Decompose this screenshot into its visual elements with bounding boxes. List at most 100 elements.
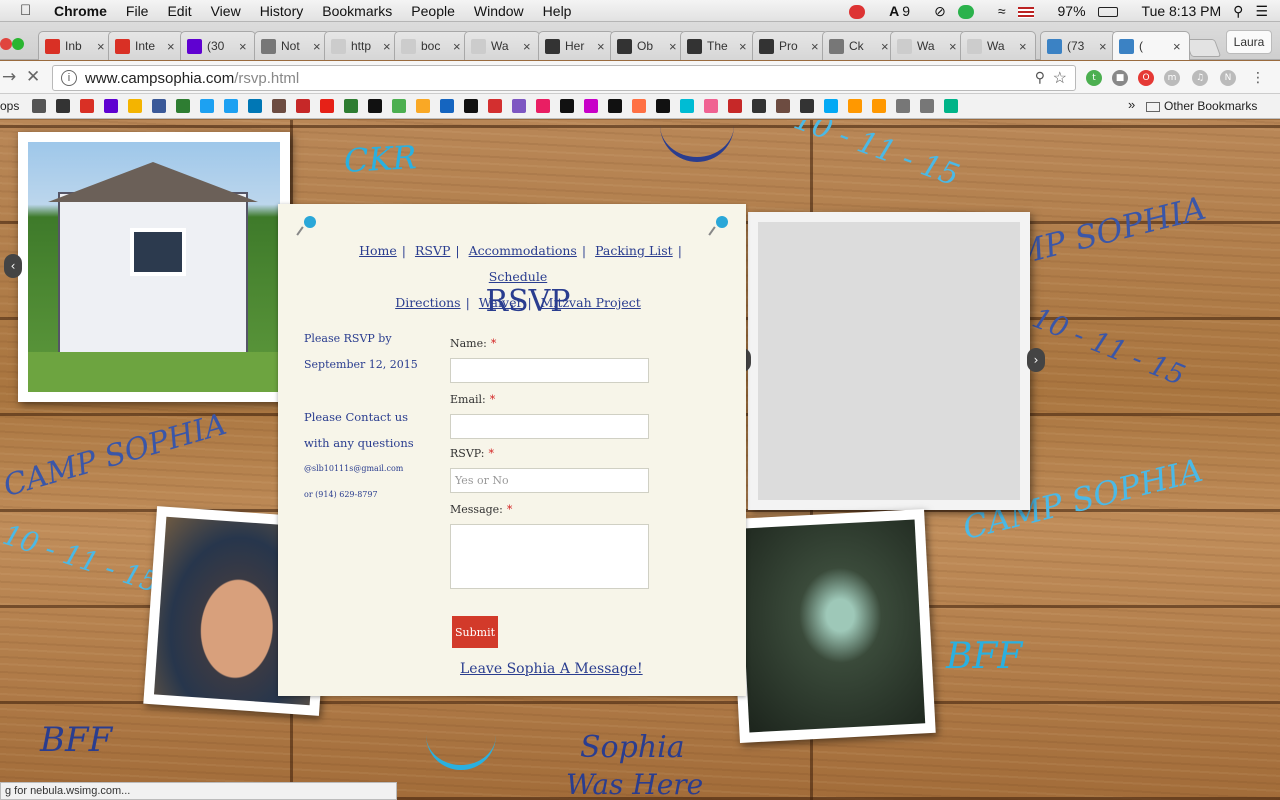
bookmark-favicon-icon[interactable] bbox=[944, 99, 958, 113]
bookmark-favicon-icon[interactable] bbox=[488, 99, 502, 113]
tab-0[interactable]: Inb × bbox=[38, 31, 114, 60]
tab-6[interactable]: Wa × bbox=[464, 31, 540, 60]
nav-home[interactable]: Home bbox=[359, 243, 397, 258]
menu-help[interactable]: Help bbox=[543, 3, 572, 19]
bookmark-favicon-icon[interactable] bbox=[440, 99, 454, 113]
bookmark-favicon-icon[interactable] bbox=[32, 99, 46, 113]
nav-rsvp[interactable]: RSVP bbox=[415, 243, 450, 258]
new-tab-button[interactable] bbox=[1184, 39, 1222, 57]
leave-message-link[interactable]: Leave Sophia A Message! bbox=[460, 661, 643, 677]
tab-close-icon[interactable]: × bbox=[1099, 39, 1109, 54]
bookmark-favicon-icon[interactable] bbox=[608, 99, 622, 113]
tab-close-icon[interactable]: × bbox=[1019, 39, 1029, 54]
tab-12[interactable]: Wa × bbox=[890, 31, 966, 60]
tab-close-icon[interactable]: × bbox=[523, 39, 533, 54]
bookmark-favicon-icon[interactable] bbox=[56, 99, 70, 113]
bookmark-favicon-icon[interactable] bbox=[104, 99, 118, 113]
bookmark-favicon-icon[interactable] bbox=[680, 99, 694, 113]
bookmark-favicon-icon[interactable] bbox=[344, 99, 358, 113]
bookmark-favicon-icon[interactable] bbox=[128, 99, 142, 113]
tab-5[interactable]: boc × bbox=[394, 31, 470, 60]
window-close-button[interactable] bbox=[0, 38, 12, 50]
profile-button[interactable]: Laura bbox=[1226, 30, 1272, 54]
ext-toktok-icon[interactable]: t bbox=[1086, 70, 1102, 86]
tab-close-icon[interactable]: × bbox=[597, 39, 607, 54]
menu-file[interactable]: File bbox=[126, 3, 149, 19]
bookmark-favicon-icon[interactable] bbox=[152, 99, 166, 113]
nav-accommodations[interactable]: Accommodations bbox=[469, 243, 577, 258]
tab-close-icon[interactable]: × bbox=[313, 39, 323, 54]
menu-window[interactable]: Window bbox=[474, 3, 524, 19]
message-textarea[interactable] bbox=[450, 524, 649, 589]
tab-7[interactable]: Her × bbox=[538, 31, 614, 60]
notification-center-icon[interactable]: ☰ bbox=[1255, 3, 1268, 20]
tab-close-icon[interactable]: × bbox=[383, 39, 393, 54]
bookmark-favicon-icon[interactable] bbox=[536, 99, 550, 113]
battery-icon[interactable] bbox=[1097, 3, 1130, 19]
bookmark-favicon-icon[interactable] bbox=[728, 99, 742, 113]
bookmark-favicon-icon[interactable] bbox=[584, 99, 598, 113]
bookmark-overflow-icon[interactable]: » bbox=[1128, 97, 1135, 112]
bookmark-star-icon[interactable]: ☆ bbox=[1053, 68, 1067, 88]
slideshow-next-right-icon[interactable]: › bbox=[1027, 348, 1045, 372]
stop-loading-icon[interactable]: ✕ bbox=[26, 67, 40, 87]
menu-people[interactable]: People bbox=[411, 3, 455, 19]
spotlight-search-icon[interactable]: ⚲ bbox=[1233, 3, 1243, 20]
tab-2[interactable]: (30 × bbox=[180, 31, 256, 60]
window-zoom-button[interactable] bbox=[12, 38, 24, 50]
tab-close-icon[interactable]: × bbox=[453, 39, 463, 54]
notification-icon[interactable] bbox=[849, 3, 877, 20]
bookmark-favicon-icon[interactable] bbox=[248, 99, 262, 113]
menu-bookmarks[interactable]: Bookmarks bbox=[322, 3, 392, 19]
tab-3[interactable]: Not × bbox=[254, 31, 330, 60]
tab-close-icon[interactable]: × bbox=[239, 39, 249, 54]
wifi-icon[interactable]: ≈ bbox=[998, 3, 1006, 19]
bookmark-favicon-icon[interactable] bbox=[80, 99, 94, 113]
bookmark-favicon-icon[interactable] bbox=[224, 99, 238, 113]
bookmark-favicon-icon[interactable] bbox=[296, 99, 310, 113]
bookmark-favicon-icon[interactable] bbox=[872, 99, 886, 113]
forward-arrow-icon[interactable]: → bbox=[2, 67, 16, 87]
tab-1[interactable]: Inte × bbox=[108, 31, 184, 60]
bookmark-favicon-icon[interactable] bbox=[776, 99, 790, 113]
bookmark-favicon-icon[interactable] bbox=[704, 99, 718, 113]
bookmark-favicon-icon[interactable] bbox=[176, 99, 190, 113]
ext-sound-icon[interactable]: ♫ bbox=[1192, 70, 1208, 86]
ext-generic-icon[interactable]: ■ bbox=[1112, 70, 1128, 86]
tab-close-icon[interactable]: × bbox=[1173, 39, 1183, 54]
bookmark-favicon-icon[interactable] bbox=[416, 99, 430, 113]
tab-close-icon[interactable]: × bbox=[669, 39, 679, 54]
bookmark-favicon-icon[interactable] bbox=[920, 99, 934, 113]
adobe-icon[interactable]: A9 bbox=[889, 3, 922, 19]
bookmark-favicon-icon[interactable] bbox=[464, 99, 478, 113]
clock[interactable]: Tue 8:13 PM bbox=[1142, 3, 1222, 19]
bookmark-favicon-icon[interactable] bbox=[368, 99, 382, 113]
slideshow-prev-left-icon[interactable]: ‹ bbox=[4, 254, 22, 278]
bookmark-favicon-icon[interactable] bbox=[512, 99, 526, 113]
apple-icon[interactable]:  bbox=[20, 2, 38, 19]
menu-view[interactable]: View bbox=[211, 3, 241, 19]
other-bookmarks-folder[interactable]: Other Bookmarks bbox=[1146, 99, 1257, 113]
rsvp-field[interactable]: Yes or No bbox=[450, 468, 649, 493]
zoom-icon[interactable]: ⚲ bbox=[1035, 69, 1045, 86]
submit-button[interactable]: Submit bbox=[452, 616, 498, 648]
nav-schedule[interactable]: Schedule bbox=[489, 269, 547, 284]
ext-opera-icon[interactable]: O bbox=[1138, 70, 1154, 86]
bookmark-favicon-icon[interactable] bbox=[560, 99, 574, 113]
bookmark-apps-label[interactable]: ops bbox=[0, 99, 19, 113]
line-icon[interactable] bbox=[957, 3, 986, 20]
tab-close-icon[interactable]: × bbox=[167, 39, 177, 54]
bookmark-favicon-icon[interactable] bbox=[320, 99, 334, 113]
ext-n-icon[interactable]: N bbox=[1220, 70, 1236, 86]
tab-close-icon[interactable]: × bbox=[949, 39, 959, 54]
do-not-disturb-icon[interactable]: ⊘ bbox=[934, 3, 946, 20]
tab-15[interactable]: (× bbox=[1112, 31, 1190, 60]
ext-m-icon[interactable]: m bbox=[1164, 70, 1180, 86]
tab-close-icon[interactable]: × bbox=[811, 39, 821, 54]
menu-edit[interactable]: Edit bbox=[167, 3, 191, 19]
site-info-icon[interactable]: i bbox=[61, 70, 77, 86]
bookmark-favicon-icon[interactable] bbox=[632, 99, 646, 113]
menu-history[interactable]: History bbox=[260, 3, 304, 19]
email-field[interactable] bbox=[450, 414, 649, 439]
bookmark-favicon-icon[interactable] bbox=[896, 99, 910, 113]
